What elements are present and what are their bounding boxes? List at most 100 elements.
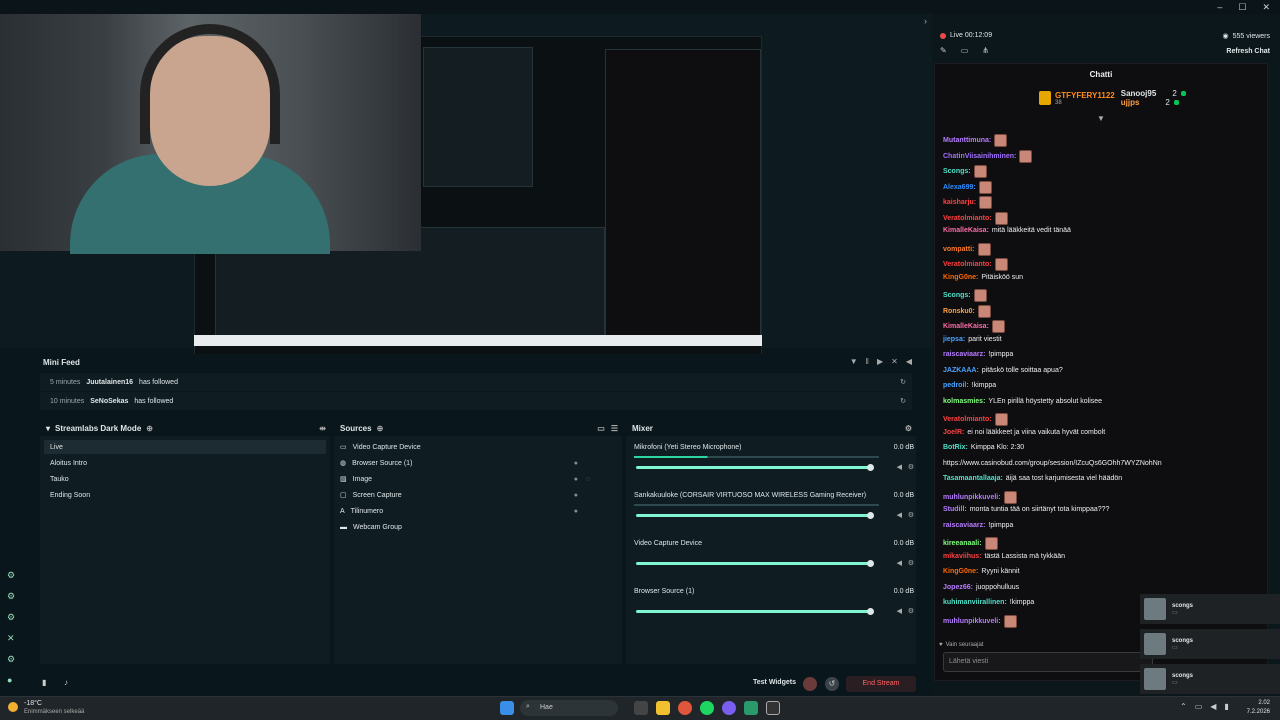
chat-username[interactable]: Alexa699: [943,184,976,191]
volume-slider[interactable] [636,608,874,615]
network-icon[interactable]: ▭ [1195,702,1203,711]
speaker-icon[interactable]: ◀ [897,607,902,615]
chat-username[interactable]: raiscaviaarz: [943,351,985,358]
chat-username[interactable]: Scongs: [943,292,971,299]
themes-icon[interactable]: ⚙ [7,591,15,602]
replay-icon[interactable]: ↺ [825,677,839,691]
gear-icon[interactable]: ⚙ [908,463,914,471]
lock-icon[interactable]: ● [574,460,578,467]
end-stream-button[interactable]: End Stream [846,676,916,692]
chat-username[interactable]: ChatinViisainihminen: [943,153,1016,160]
notifications-icon[interactable]: ♪ [64,678,68,687]
apps-icon[interactable]: ⚙ [7,612,15,623]
close-icon[interactable]: ✕ [1262,2,1270,13]
chat-username[interactable]: BotRix: [943,444,968,451]
dashboard-icon[interactable]: ⚙ [7,570,15,581]
transition-icon[interactable]: ⇹ [319,424,326,433]
repeat-icon[interactable]: ↻ [900,378,906,386]
notification-card[interactable]: scongs ▭ [1140,664,1280,694]
repeat-icon[interactable]: ↻ [900,397,906,405]
source-item[interactable]: ▢ Screen Capture ● [334,488,616,502]
scene-item[interactable]: Ending Soon [44,488,326,502]
speaker-icon[interactable]: ◀ [897,559,902,567]
chat-username[interactable]: Studill: [943,506,967,513]
chat-username[interactable]: KingG0ne: [943,274,978,281]
volume-slider[interactable] [636,464,874,471]
spotify-icon[interactable] [700,701,714,715]
mixer-settings-icon[interactable]: ☰ [611,424,618,433]
lock-icon[interactable]: ● [574,476,578,483]
minimize-icon[interactable]: – [1217,2,1222,13]
volume-icon[interactable]: ◀ [906,357,912,366]
volume-slider[interactable] [636,512,874,519]
battery-icon[interactable]: ▮ [1224,702,1228,711]
chat-username[interactable]: KimalleKaisa: [943,323,989,330]
scene-item-live[interactable]: Live [44,440,326,454]
chat-username[interactable]: Tasamaantallaaja: [943,475,1003,482]
chat-username[interactable]: JAZKAAA: [943,367,979,374]
chat-input[interactable]: Lähetä viesti [943,652,1153,672]
chat-username[interactable]: mikaviihus: [943,553,982,560]
notification-card[interactable]: scongs ▭ [1140,629,1280,659]
chat-username[interactable]: Veratolmianto: [943,416,992,423]
app-icon[interactable] [744,701,758,715]
chat-username[interactable]: vompatti: [943,246,975,253]
streamlabs-icon[interactable] [766,701,780,715]
discord-icon[interactable] [722,701,736,715]
gear-icon[interactable]: ⚙ [908,607,914,615]
refresh-chat-button[interactable]: Refresh Chat [1226,48,1270,55]
skip-icon[interactable]: ▶ [877,357,883,366]
maximize-icon[interactable]: ☐ [1238,2,1246,13]
lock-icon[interactable]: ● [574,492,578,499]
test-widgets-button[interactable]: Test Widgets [753,679,796,686]
volume-slider[interactable] [636,560,874,567]
stats-icon[interactable]: ▮ [42,678,46,687]
chat-username[interactable]: raiscaviaarz: [943,522,985,529]
chat-username[interactable]: Ronsku0: [943,308,975,315]
notification-card[interactable]: scongs ▭ [1140,594,1280,624]
visibility-icon[interactable]: ◌ [586,476,590,483]
filter-icon[interactable]: ▼ [850,357,858,366]
gear-icon[interactable]: ⚙ [908,559,914,567]
volume-icon[interactable]: ◀ [1210,702,1216,711]
chat-username[interactable]: KimalleKaisa: [943,227,989,234]
popout-icon[interactable]: ▭ [961,46,969,55]
chat-username[interactable]: pedroil: [943,382,969,389]
chat-username[interactable]: muhlunpikkuveli: [943,494,1001,501]
source-item[interactable]: ▭ Video Capture Device [334,440,616,454]
gear-icon[interactable]: ⚙ [905,424,912,433]
chat-username[interactable]: JoelR: [943,429,964,436]
add-scene-icon[interactable]: ⊕ [146,424,153,433]
source-item[interactable]: ▨ Image ● ◌ [334,472,616,486]
gear-icon[interactable]: ⚙ [908,511,914,519]
chat-username[interactable]: Veratolmianto: [943,261,992,268]
source-item[interactable]: A Tilinumero ● [334,504,616,518]
tools-icon[interactable]: ✕ [7,633,15,644]
source-item[interactable]: ▬ Webcam Group [334,520,616,534]
chat-username[interactable]: kuhimanviirallinen: [943,599,1007,606]
add-source-icon[interactable]: ⊕ [377,424,384,433]
settings-icon[interactable]: ⚙ [7,654,15,665]
pause-icon[interactable]: ‖ [866,357,869,366]
edit-icon[interactable]: ✎ [940,46,947,55]
chat-username[interactable]: muhlunpikkuveli: [943,618,1001,625]
chat-username[interactable]: kolmasmies: [943,398,985,405]
chat-username[interactable]: kaisharju: [943,199,976,206]
speaker-icon[interactable]: ◀ [897,463,902,471]
speaker-icon[interactable]: ◀ [897,511,902,519]
profile-icon[interactable]: ● [7,675,15,685]
chat-username[interactable]: Jopez66: [943,584,973,591]
chat-username[interactable]: jiepsa: [943,336,965,343]
folder-icon[interactable]: ▭ [597,424,605,433]
share-icon[interactable]: ⋔ [982,46,989,55]
mute-icon[interactable]: ✕ [891,357,898,366]
source-item[interactable]: ◍ Browser Source (1) ● [334,456,616,470]
scene-item[interactable]: Aloitus Intro [44,456,326,470]
chat-username[interactable]: Veratolmianto: [943,215,992,222]
firefox-icon[interactable] [678,701,692,715]
collapse-icon[interactable]: ▾ [46,424,50,433]
tray-chevron-icon[interactable]: ⌃ [1180,702,1187,711]
chat-username[interactable]: Mutanttimuna: [943,137,991,144]
taskbar-search[interactable]: ⌕ Hae [520,700,618,716]
chat-username[interactable]: kireeanaali: [943,540,982,547]
